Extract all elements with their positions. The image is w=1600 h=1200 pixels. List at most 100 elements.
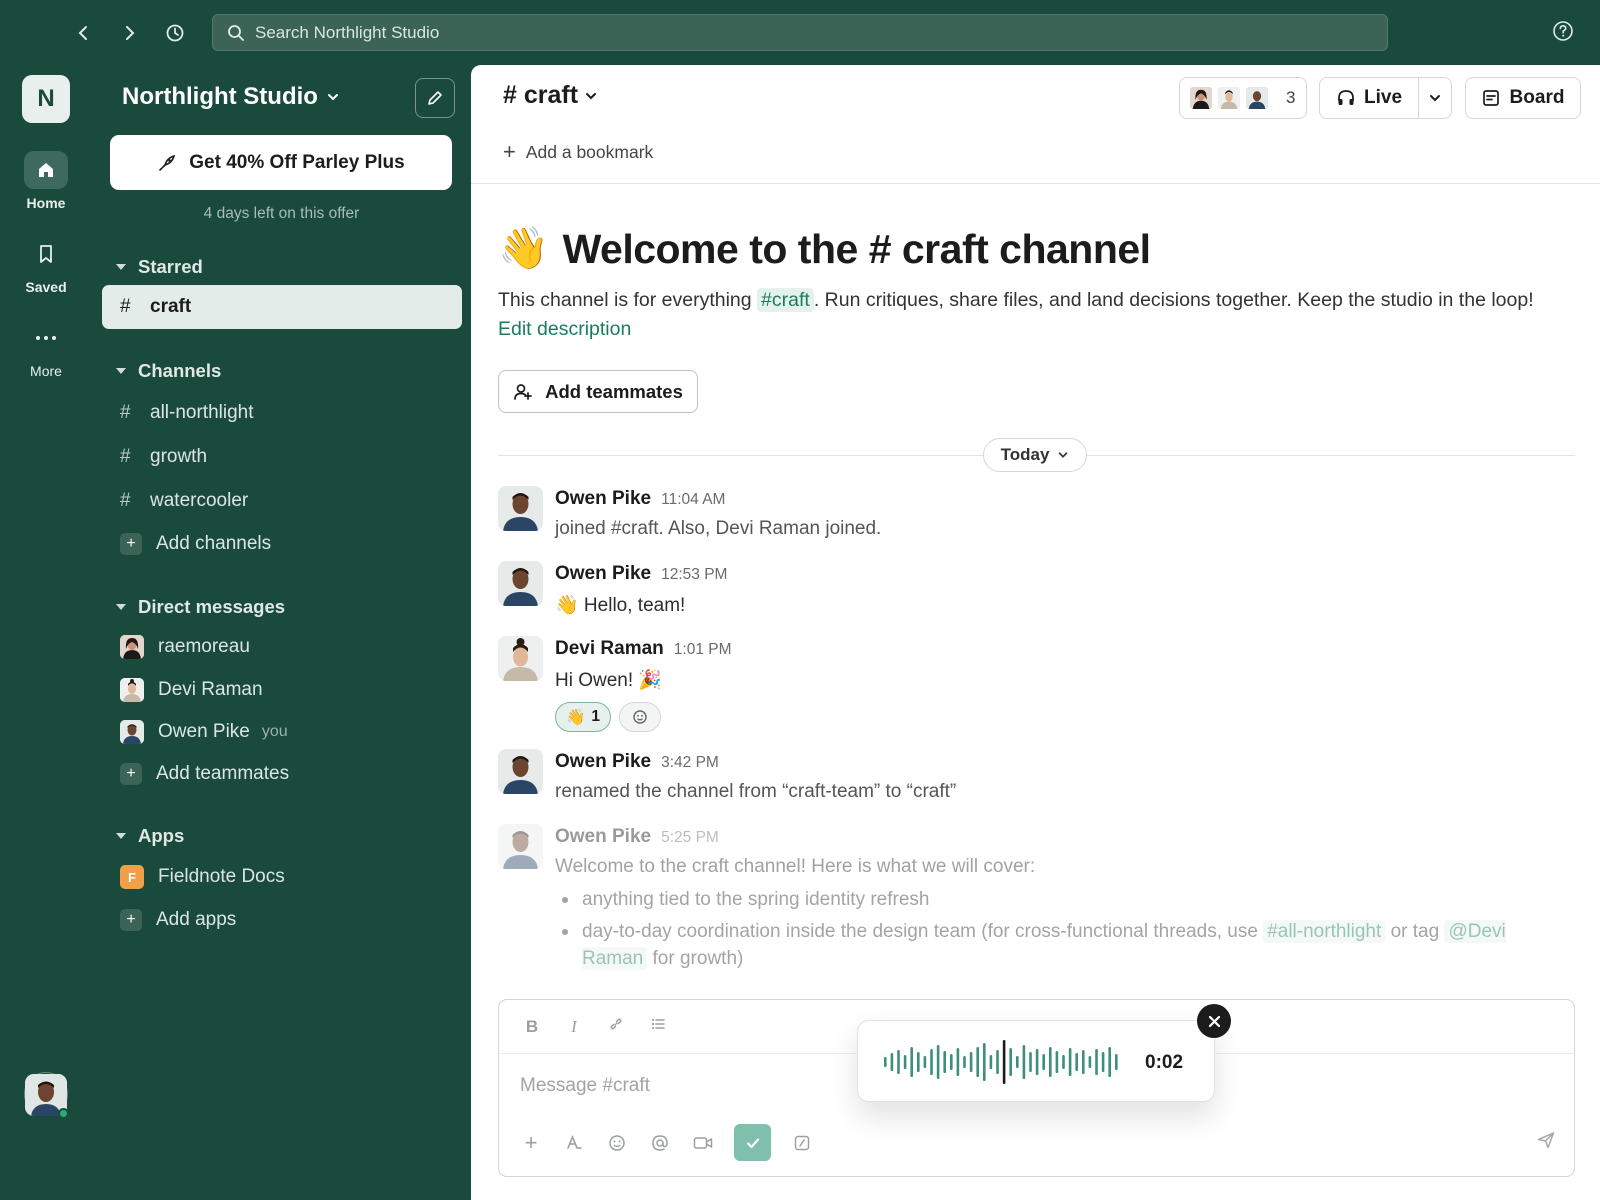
section-apps-title: Apps <box>138 825 185 846</box>
cancel-recording-button[interactable] <box>1197 1004 1231 1038</box>
workspace-switcher[interactable]: Northlight Studio <box>122 83 340 111</box>
avatar[interactable] <box>498 486 543 531</box>
promo-button[interactable]: Get 40% Off Parley Plus <box>110 135 452 190</box>
waveform-bar <box>1075 1053 1078 1071</box>
message-time[interactable]: 5:25 PM <box>661 829 719 846</box>
workspace-name: Northlight Studio <box>122 83 318 110</box>
add-apps-button[interactable]: + Add apps <box>102 898 462 942</box>
section-apps[interactable]: Apps <box>116 825 184 847</box>
section-dms-title: Direct messages <box>138 596 286 617</box>
compose-button[interactable] <box>415 78 455 118</box>
plus-icon[interactable]: + <box>519 1130 543 1155</box>
add-reaction-button[interactable] <box>618 702 661 732</box>
chevron-down-icon <box>586 92 597 99</box>
bold-icon[interactable]: B <box>521 1017 543 1037</box>
reaction-pill[interactable]: 👋 1 <box>555 702 611 732</box>
add-channels-button[interactable]: + Add channels <box>102 522 462 566</box>
message-author[interactable]: Owen Pike 12:53 PM <box>555 563 727 585</box>
sidebar-item-growth[interactable]: # growth <box>102 435 462 479</box>
list-item: anything tied to the spring identity ref… <box>555 886 1565 913</box>
rocket-icon <box>159 154 176 171</box>
section-starred-title: Starred <box>138 256 203 277</box>
message-input[interactable]: Message #craft <box>520 1075 650 1097</box>
confirm-recording-button[interactable] <box>734 1124 771 1161</box>
huddle-control: Live <box>1319 77 1452 119</box>
waveform-bar <box>983 1043 986 1081</box>
live-button[interactable]: Live <box>1320 78 1420 118</box>
section-direct-messages[interactable]: Direct messages <box>116 596 285 618</box>
waveform-bar <box>1062 1055 1065 1069</box>
online-status-dot <box>58 1108 69 1119</box>
shortcut-icon[interactable] <box>790 1131 814 1155</box>
rail-home[interactable]: Home <box>0 151 92 211</box>
waveform-bar <box>1049 1047 1052 1077</box>
board-button[interactable]: Board <box>1465 77 1581 119</box>
back-icon[interactable] <box>68 17 100 49</box>
bulleted-list-icon[interactable] <box>647 1016 669 1037</box>
section-channels[interactable]: Channels <box>116 360 221 382</box>
emoji-icon[interactable] <box>605 1131 629 1155</box>
desc-text: This channel is for everything <box>498 289 752 311</box>
link-icon[interactable] <box>605 1016 627 1037</box>
waveform-bar <box>1068 1048 1072 1076</box>
message-time[interactable]: 11:04 AM <box>661 491 725 508</box>
headphones-icon <box>1338 90 1354 105</box>
sidebar-app-fieldnote-docs[interactable]: F Fieldnote Docs <box>102 855 462 899</box>
waveform-bar <box>897 1050 900 1074</box>
workspace-logo[interactable]: N <box>22 75 70 123</box>
section-starred[interactable]: Starred <box>116 256 203 278</box>
forward-icon[interactable] <box>113 17 145 49</box>
rail-more[interactable]: More <box>0 319 92 379</box>
avatar[interactable] <box>498 749 543 794</box>
waveform-bar <box>1009 1048 1012 1076</box>
history-icon[interactable] <box>159 17 191 49</box>
avatar[interactable] <box>498 636 543 681</box>
add-teammates-button[interactable]: Add teammates <box>498 370 698 413</box>
message-body: Welcome to the craft channel! Here is wh… <box>555 856 1036 877</box>
sidebar-dm-raemoreau[interactable]: raemoreau <box>102 625 462 669</box>
message-body: renamed the channel from “craft-team” to… <box>555 781 957 802</box>
channel-title-button[interactable]: # craft <box>503 81 598 110</box>
date-jump-button[interactable]: Today <box>983 438 1087 472</box>
message-author[interactable]: Devi Raman 1:01 PM <box>555 638 732 660</box>
rail-saved[interactable]: Saved <box>0 235 92 295</box>
add-bookmark-button[interactable]: + Add a bookmark <box>503 141 653 163</box>
video-icon[interactable] <box>691 1131 715 1155</box>
mention-icon[interactable] <box>648 1131 672 1155</box>
message-time[interactable]: 3:42 PM <box>661 754 719 771</box>
message-time[interactable]: 12:53 PM <box>661 566 727 583</box>
message-author[interactable]: Owen Pike 11:04 AM <box>555 488 725 510</box>
waveform-bar <box>963 1056 966 1068</box>
message-author[interactable]: Owen Pike 5:25 PM <box>555 826 719 848</box>
sidebar-item-label: raemoreau <box>158 636 250 657</box>
help-icon[interactable] <box>1552 20 1576 44</box>
live-options-button[interactable] <box>1419 91 1451 105</box>
avatar[interactable] <box>498 824 543 869</box>
desc-text-rest: . Run critiques, share files, and land d… <box>813 289 1534 311</box>
caret-down-icon <box>116 368 126 374</box>
search-input[interactable]: Search Northlight Studio <box>212 14 1388 51</box>
sidebar-item-watercooler[interactable]: # watercooler <box>102 479 462 523</box>
sidebar-item-craft[interactable]: # craft <box>102 285 462 329</box>
channel-link[interactable]: #all-northlight <box>1263 920 1386 943</box>
add-teammates-sidebar-button[interactable]: + Add teammates <box>102 752 462 796</box>
send-icon[interactable] <box>1536 1130 1556 1155</box>
sidebar-dm-devi-raman[interactable]: Devi Raman <box>102 668 462 712</box>
welcome-title: Welcome to the # craft channel <box>562 225 1152 272</box>
promo-label: Get 40% Off Parley Plus <box>189 151 405 173</box>
text-format-icon[interactable] <box>562 1131 586 1155</box>
sidebar-item-all-northlight[interactable]: # all-northlight <box>102 391 462 435</box>
sidebar-item-label: Fieldnote Docs <box>158 866 285 887</box>
avatar <box>1216 85 1242 111</box>
edit-description-link[interactable]: Edit description <box>498 315 1588 344</box>
italic-icon[interactable]: I <box>563 1017 585 1037</box>
members-button[interactable]: 3 <box>1179 77 1307 119</box>
promo-subtext: 4 days left on this offer <box>203 205 360 222</box>
avatar[interactable] <box>498 561 543 606</box>
app-icon: F <box>120 865 144 889</box>
message-time[interactable]: 1:01 PM <box>674 641 732 658</box>
sidebar-dm-owen-pike[interactable]: Owen Pike you <box>102 710 462 754</box>
channel-description: This channel is for everything #craft. R… <box>498 286 1588 344</box>
message-author[interactable]: Owen Pike 3:42 PM <box>555 751 719 773</box>
channel-link[interactable]: #craft <box>757 288 814 312</box>
